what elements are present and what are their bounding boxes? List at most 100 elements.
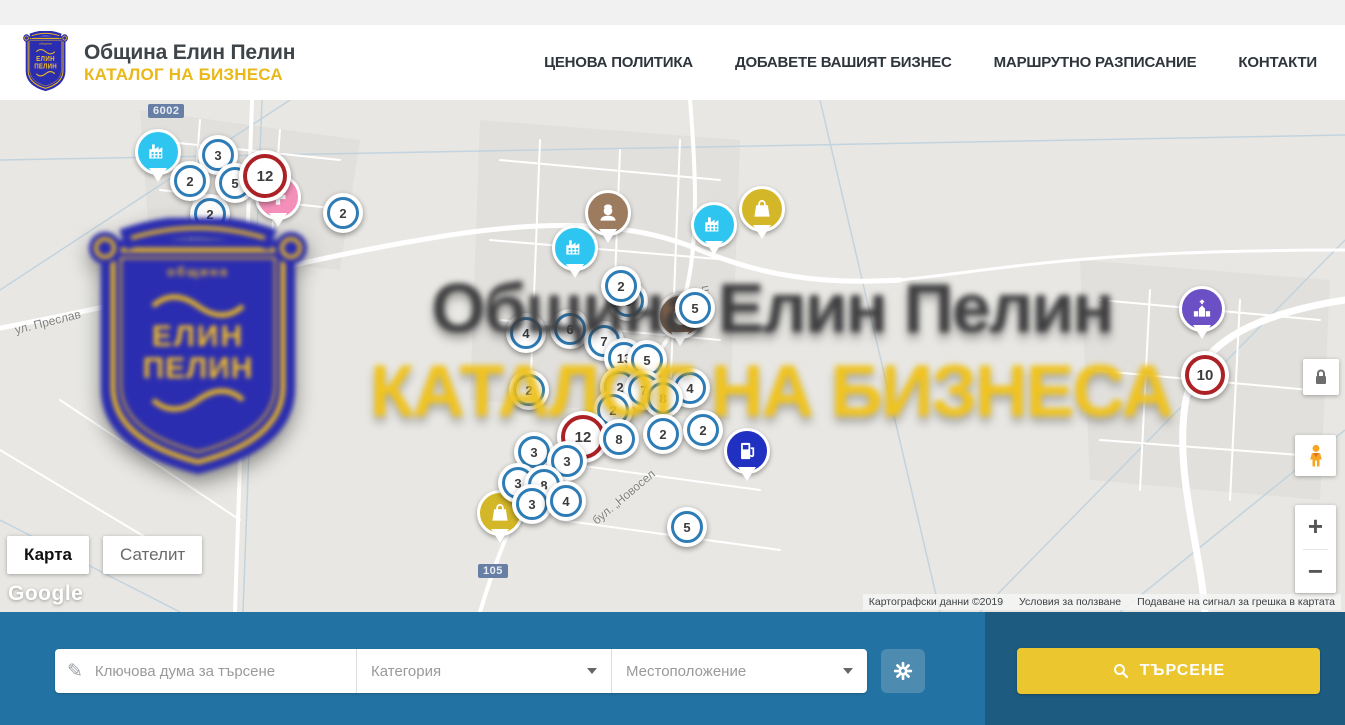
- top-strip: [0, 0, 1345, 26]
- cluster-count: 12: [257, 168, 274, 185]
- map-attribution: Картографски данни ©2019 Условия за полз…: [863, 594, 1341, 610]
- cluster-count: 2: [186, 174, 193, 189]
- location-select-label: Местоположение: [626, 663, 746, 680]
- cluster-count: 8: [615, 432, 622, 447]
- bag-icon: [749, 196, 775, 222]
- cluster-count: 2: [609, 403, 616, 418]
- pencil-icon: ✎: [67, 660, 83, 683]
- map-cluster-marker[interactable]: 2: [323, 193, 363, 233]
- map-type-satellite-button[interactable]: Сателит: [103, 536, 202, 574]
- search-button-label: ТЪРСЕНЕ: [1140, 662, 1225, 680]
- site-subtitle: КАТАЛОГ НА БИЗНЕСА: [84, 65, 295, 85]
- cluster-count: 3: [563, 454, 570, 469]
- attribution-terms-link[interactable]: Условия за ползване: [1019, 596, 1121, 608]
- keyword-input[interactable]: [93, 662, 344, 681]
- church-icon: [1189, 296, 1215, 322]
- keyword-field[interactable]: ✎: [55, 649, 357, 693]
- cluster-count: 2: [206, 207, 213, 222]
- fuel-icon: [734, 438, 760, 464]
- search-button[interactable]: ТЪРСЕНЕ: [1017, 648, 1320, 694]
- google-logo[interactable]: Google: [8, 582, 83, 606]
- zoom-in-button[interactable]: +: [1295, 505, 1336, 549]
- category-select-label: Категория: [371, 663, 441, 680]
- map-cluster-marker[interactable]: 10: [1181, 351, 1229, 399]
- category-select[interactable]: Категория: [357, 649, 612, 693]
- cluster-count: 3: [528, 497, 535, 512]
- road-number-badge: 6002: [148, 104, 184, 118]
- location-select[interactable]: Местоположение: [612, 649, 867, 693]
- cluster-count: 2: [617, 279, 624, 294]
- map-cluster-marker[interactable]: 5: [667, 507, 707, 547]
- map-type-map-button[interactable]: Карта: [7, 536, 89, 574]
- factory-icon: [562, 235, 588, 261]
- cluster-count: 8: [659, 391, 666, 406]
- search-button-panel: ТЪРСЕНЕ: [985, 612, 1345, 725]
- map-pin-fuel[interactable]: [724, 428, 770, 474]
- header: община ЕЛИН ПЕЛИН Община Елин Пелин КАТА…: [0, 25, 1345, 101]
- advanced-settings-button[interactable]: [881, 649, 925, 693]
- nav-item-route-schedule[interactable]: МАРШРУТНО РАЗПИСАНИЕ: [994, 54, 1197, 71]
- map-cluster-marker[interactable]: 2: [643, 414, 683, 454]
- map[interactable]: ул. Преслав бул. „Новосел ци 6002 105 32…: [0, 100, 1345, 612]
- map-cluster-marker[interactable]: 4: [506, 313, 546, 353]
- cluster-count: 2: [339, 206, 346, 221]
- zoom-control: + −: [1295, 505, 1336, 593]
- street-view-pegman-button[interactable]: [1295, 435, 1336, 476]
- map-cluster-marker[interactable]: 4: [546, 481, 586, 521]
- map-cluster-marker[interactable]: 8: [599, 419, 639, 459]
- road-number-badge: 105: [478, 564, 508, 578]
- map-cluster-marker[interactable]: 2: [601, 266, 641, 306]
- map-cluster-marker[interactable]: 2: [509, 370, 549, 410]
- cluster-count: 5: [231, 176, 238, 191]
- map-pin-church[interactable]: [1179, 286, 1225, 332]
- cluster-count: 4: [562, 494, 569, 509]
- shield-line1: ЕЛИН: [22, 54, 69, 62]
- map-cluster-marker[interactable]: 8: [643, 378, 683, 418]
- nav-item-add-business[interactable]: ДОБАВЕТЕ ВАШИЯТ БИЗНЕС: [735, 54, 952, 71]
- shield-line2: ПЕЛИН: [22, 62, 69, 70]
- site-logo[interactable]: община ЕЛИН ПЕЛИН Община Елин Пелин КАТА…: [22, 31, 295, 95]
- cluster-count: 4: [522, 326, 529, 341]
- cluster-count: 2: [659, 427, 666, 442]
- search-bar: ✎ Категория Местоположение ТЪРСЕНЕ: [0, 612, 1345, 725]
- pegman-icon: [1302, 442, 1330, 470]
- zoom-out-button[interactable]: −: [1295, 550, 1336, 594]
- nav-item-contacts[interactable]: КОНТАКТИ: [1238, 54, 1317, 71]
- attribution-copyright: Картографски данни ©2019: [869, 596, 1003, 608]
- cluster-count: 5: [683, 520, 690, 535]
- gear-icon: [892, 660, 914, 682]
- main-nav: ЦЕНОВА ПОЛИТИКА ДОБАВЕТЕ ВАШИЯТ БИЗНЕС М…: [544, 54, 1317, 71]
- cluster-count: 10: [1197, 367, 1214, 384]
- shield-small-text: община: [22, 41, 69, 45]
- search-icon: [1112, 662, 1130, 680]
- chevron-down-icon: [587, 668, 597, 674]
- cluster-count: 6: [566, 322, 573, 337]
- search-fields-group: ✎ Категория Местоположение: [55, 649, 867, 693]
- nav-item-pricing[interactable]: ЦЕНОВА ПОЛИТИКА: [544, 54, 693, 71]
- bag-icon: [487, 500, 513, 526]
- lock-icon: [1309, 365, 1333, 389]
- chevron-down-icon: [843, 668, 853, 674]
- factory-icon: [145, 139, 171, 165]
- cluster-count: 4: [686, 381, 693, 396]
- map-type-control: Карта Сателит: [7, 536, 202, 574]
- map-pin-worker[interactable]: [585, 190, 631, 236]
- map-cluster-marker[interactable]: 2: [683, 410, 723, 450]
- attribution-report-error-link[interactable]: Подаване на сигнал за грешка в картата: [1137, 596, 1335, 608]
- cluster-count: 2: [699, 423, 706, 438]
- cluster-count: 2: [525, 383, 532, 398]
- page: община ЕЛИН ПЕЛИН Община Елин Пелин КАТА…: [0, 0, 1345, 725]
- lock-control-button[interactable]: [1303, 359, 1339, 395]
- map-pin-bag[interactable]: [739, 186, 785, 232]
- map-pin-factory[interactable]: [691, 202, 737, 248]
- cluster-count: 3: [214, 148, 221, 163]
- map-cluster-marker[interactable]: 2: [170, 161, 210, 201]
- site-title: Община Елин Пелин: [84, 41, 295, 65]
- map-cluster-marker[interactable]: 5: [675, 288, 715, 328]
- cluster-count: 5: [643, 353, 650, 368]
- factory-icon: [701, 212, 727, 238]
- cluster-count: 3: [530, 445, 537, 460]
- map-cluster-marker[interactable]: 12: [239, 150, 291, 202]
- logo-coat-of-arms-icon: община ЕЛИН ПЕЛИН: [22, 31, 70, 95]
- map-pin-factory[interactable]: [552, 225, 598, 271]
